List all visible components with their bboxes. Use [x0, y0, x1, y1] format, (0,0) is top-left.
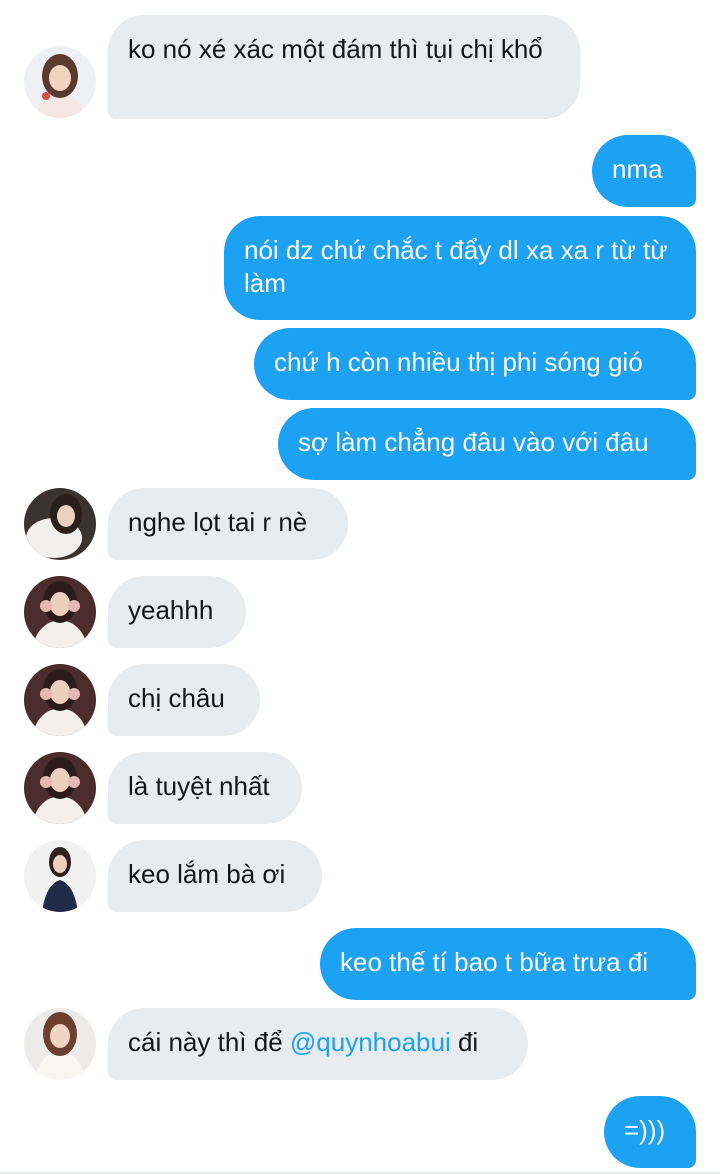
message-text: cái này thì để — [128, 1027, 290, 1057]
message-text: keo lắm bà ơi — [128, 859, 286, 889]
message-bubble[interactable]: nói dz chứ chắc t đẩy dl xa xa r từ từ l… — [224, 216, 696, 320]
message-bubble[interactable]: sợ làm chẳng đâu vào với đâu — [278, 408, 696, 480]
sender-avatar[interactable] — [24, 664, 96, 736]
sender-avatar[interactable] — [24, 576, 96, 648]
message-text: là tuyệt nhất — [128, 771, 270, 801]
message-bubble[interactable]: yeahhh — [108, 576, 246, 648]
message-text: =))) — [624, 1115, 666, 1145]
message-text: nói dz chứ chắc t đẩy dl xa xa r từ từ l… — [244, 235, 668, 298]
message-bubble[interactable]: chị châu — [108, 664, 260, 736]
message-bubble[interactable]: nma — [592, 135, 696, 207]
message-text: đi — [450, 1027, 479, 1057]
message-text: ko nó xé xác một đám thì tụi chị khổ — [128, 34, 543, 64]
message-bubble[interactable]: keo lắm bà ơi — [108, 840, 322, 912]
message-text: keo thế tí bao t bữa trưa đi — [340, 947, 648, 977]
user-mention-link[interactable]: @quynhoabui — [290, 1027, 451, 1057]
message-text: yeahhh — [128, 595, 214, 625]
message-text: nghe lọt tai r nè — [128, 507, 308, 537]
sender-avatar[interactable] — [24, 1008, 96, 1080]
sender-avatar[interactable] — [24, 840, 96, 912]
message-bubble[interactable]: nghe lọt tai r nè — [108, 488, 348, 560]
message-bubble[interactable]: keo thế tí bao t bữa trưa đi — [320, 928, 696, 1000]
sender-avatar[interactable] — [24, 488, 96, 560]
sender-avatar[interactable] — [24, 752, 96, 824]
message-text: chị châu — [128, 683, 225, 713]
message-text: chứ h còn nhiều thị phi sóng gió — [274, 347, 643, 377]
sender-avatar[interactable] — [24, 46, 96, 118]
message-bubble[interactable]: là tuyệt nhất — [108, 752, 302, 824]
message-bubble[interactable]: ko nó xé xác một đám thì tụi chị khổ — [108, 15, 580, 119]
message-bubble[interactable]: =))) — [604, 1096, 696, 1168]
message-text: nma — [612, 154, 663, 184]
message-bubble[interactable]: chứ h còn nhiều thị phi sóng gió — [254, 328, 696, 400]
message-bubble[interactable]: cái này thì để @quynhoabui đi — [108, 1008, 528, 1080]
message-text: sợ làm chẳng đâu vào với đâu — [298, 427, 649, 457]
